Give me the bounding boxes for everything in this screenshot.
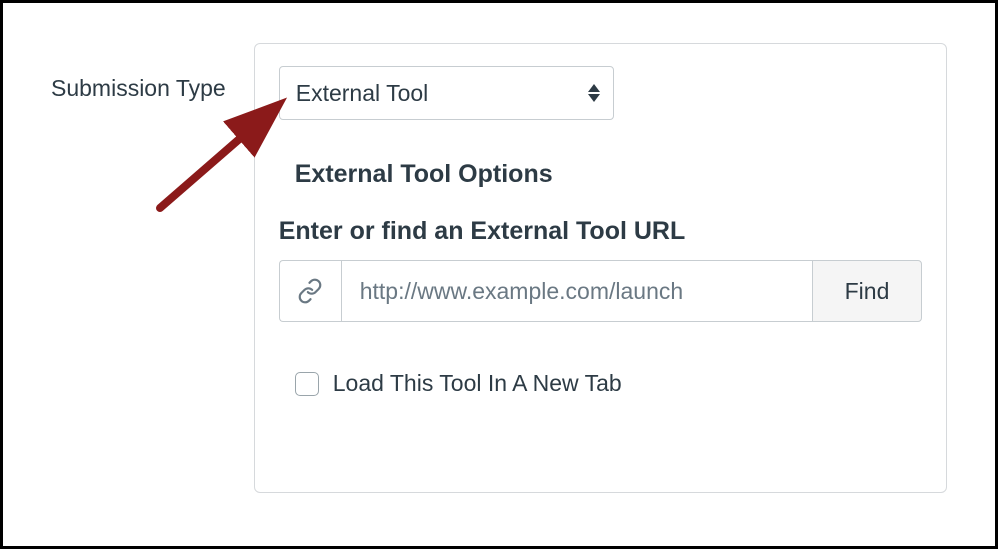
new-tab-checkbox[interactable] [295,372,319,396]
link-icon-box [279,260,341,322]
submission-type-row: Submission Type External Tool External T… [51,43,947,493]
submission-type-select-wrap: External Tool [279,66,614,120]
submission-type-select-value: External Tool [296,80,429,107]
external-tool-url-label: Enter or find an External Tool URL [279,217,922,246]
find-button-label: Find [845,278,890,305]
url-input-row: Find [279,260,922,322]
submission-type-select[interactable]: External Tool [279,66,614,120]
find-button[interactable]: Find [812,260,922,322]
new-tab-checkbox-row: Load This Tool In A New Tab [295,370,922,397]
external-tool-url-input[interactable] [341,260,812,322]
new-tab-checkbox-label: Load This Tool In A New Tab [333,370,622,397]
external-tool-options-title: External Tool Options [295,160,922,189]
submission-type-label: Submission Type [51,43,226,102]
link-icon [297,278,323,304]
options-panel: External Tool External Tool Options Ente… [254,43,947,493]
